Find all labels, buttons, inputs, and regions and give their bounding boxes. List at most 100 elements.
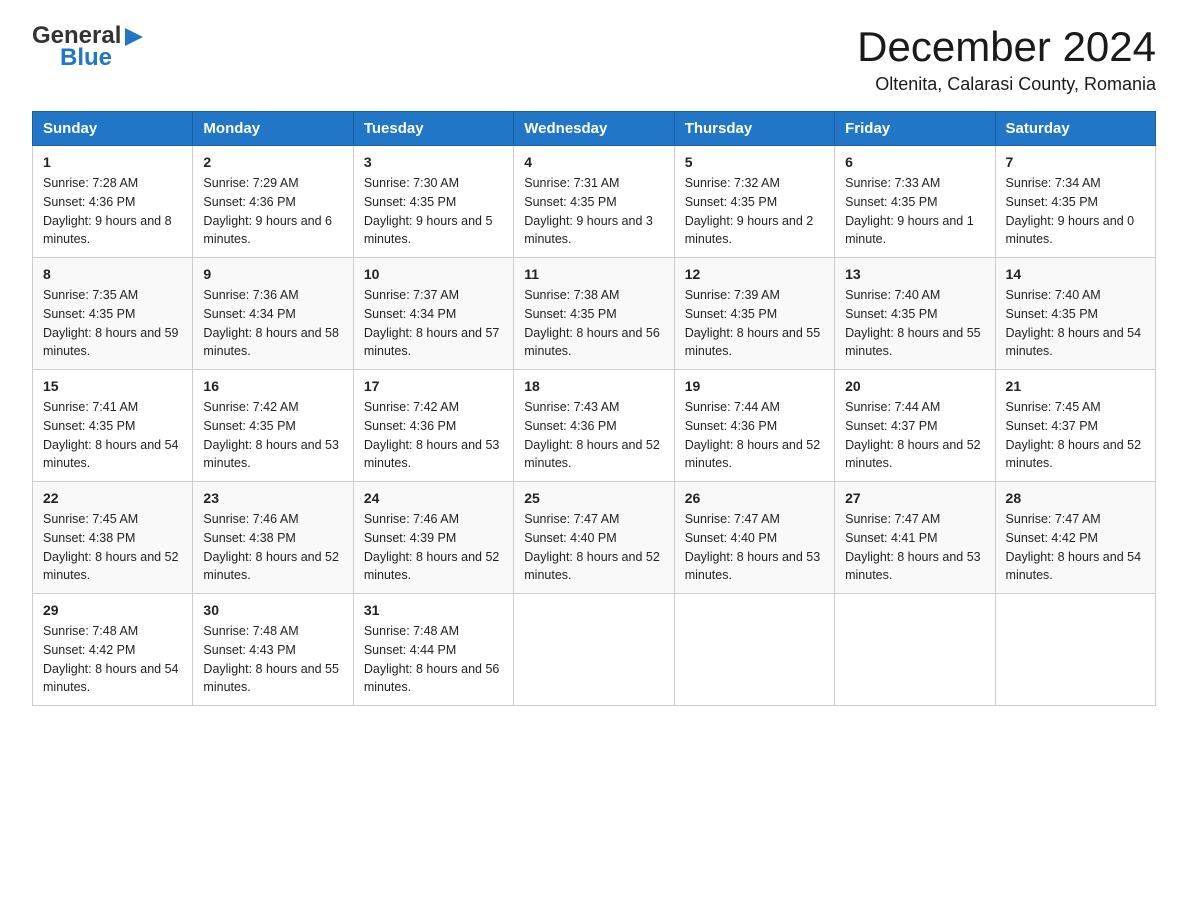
table-row: 17 Sunrise: 7:42 AMSunset: 4:36 PMDayligh… <box>353 370 513 482</box>
day-info: Sunrise: 7:38 AMSunset: 4:35 PMDaylight:… <box>524 286 663 361</box>
day-number: 7 <box>1006 154 1145 170</box>
day-info: Sunrise: 7:48 AMSunset: 4:43 PMDaylight:… <box>203 622 342 697</box>
table-row: 15 Sunrise: 7:41 AMSunset: 4:35 PMDayligh… <box>33 370 193 482</box>
day-info: Sunrise: 7:28 AMSunset: 4:36 PMDaylight:… <box>43 174 182 249</box>
table-row: 10Sunrise: 7:37 AMSunset: 4:34 PMDayligh… <box>353 258 513 370</box>
day-number: 22 <box>43 490 182 506</box>
table-row: 27 Sunrise: 7:47 AMSunset: 4:41 PMDayligh… <box>835 482 995 594</box>
day-number: 30 <box>203 602 342 618</box>
day-info: Sunrise: 7:40 AMSunset: 4:35 PMDaylight:… <box>1006 286 1145 361</box>
calendar-header-row: Sunday Monday Tuesday Wednesday Thursday… <box>33 112 1156 146</box>
day-info: Sunrise: 7:42 AMSunset: 4:35 PMDaylight:… <box>203 398 342 473</box>
day-info: Sunrise: 7:47 AMSunset: 4:41 PMDaylight:… <box>845 510 984 585</box>
table-row: 20 Sunrise: 7:44 AMSunset: 4:37 PMDayligh… <box>835 370 995 482</box>
day-info: Sunrise: 7:47 AMSunset: 4:40 PMDaylight:… <box>524 510 663 585</box>
day-number: 12 <box>685 266 824 282</box>
day-number: 19 <box>685 378 824 394</box>
day-number: 23 <box>203 490 342 506</box>
table-row: 6Sunrise: 7:33 AMSunset: 4:35 PMDaylight… <box>835 146 995 258</box>
table-row: 23 Sunrise: 7:46 AMSunset: 4:38 PMDayligh… <box>193 482 353 594</box>
day-info: Sunrise: 7:40 AMSunset: 4:35 PMDaylight:… <box>845 286 984 361</box>
day-number: 2 <box>203 154 342 170</box>
table-row <box>674 594 834 706</box>
day-info: Sunrise: 7:42 AMSunset: 4:36 PMDaylight:… <box>364 398 503 473</box>
day-number: 18 <box>524 378 663 394</box>
day-number: 9 <box>203 266 342 282</box>
table-row: 4 Sunrise: 7:31 AMSunset: 4:35 PMDaylight… <box>514 146 674 258</box>
day-info: Sunrise: 7:36 AMSunset: 4:34 PMDaylight:… <box>203 286 342 361</box>
day-number: 29 <box>43 602 182 618</box>
day-info: Sunrise: 7:47 AMSunset: 4:40 PMDaylight:… <box>685 510 824 585</box>
day-number: 1 <box>43 154 182 170</box>
table-row <box>995 594 1155 706</box>
day-number: 8 <box>43 266 182 282</box>
col-friday: Friday <box>835 112 995 146</box>
table-row: 9 Sunrise: 7:36 AMSunset: 4:34 PMDaylight… <box>193 258 353 370</box>
day-number: 27 <box>845 490 984 506</box>
logo-arrow-icon <box>123 26 145 48</box>
day-info: Sunrise: 7:48 AMSunset: 4:44 PMDaylight:… <box>364 622 503 697</box>
table-row: 29 Sunrise: 7:48 AMSunset: 4:42 PMDayligh… <box>33 594 193 706</box>
table-row: 19 Sunrise: 7:44 AMSunset: 4:36 PMDayligh… <box>674 370 834 482</box>
day-info: Sunrise: 7:46 AMSunset: 4:38 PMDaylight:… <box>203 510 342 585</box>
day-info: Sunrise: 7:45 AMSunset: 4:37 PMDaylight:… <box>1006 398 1145 473</box>
day-number: 10 <box>364 266 503 282</box>
col-sunday: Sunday <box>33 112 193 146</box>
day-info: Sunrise: 7:30 AMSunset: 4:35 PMDaylight:… <box>364 174 503 249</box>
day-number: 26 <box>685 490 824 506</box>
table-row: 31 Sunrise: 7:48 AMSunset: 4:44 PMDayligh… <box>353 594 513 706</box>
calendar-week-4: 22 Sunrise: 7:45 AMSunset: 4:38 PMDayligh… <box>33 482 1156 594</box>
page-header: General Blue December 2024 Oltenita, Cal… <box>32 24 1156 95</box>
day-number: 13 <box>845 266 984 282</box>
table-row: 2 Sunrise: 7:29 AMSunset: 4:36 PMDaylight… <box>193 146 353 258</box>
day-info: Sunrise: 7:39 AMSunset: 4:35 PMDaylight:… <box>685 286 824 361</box>
table-row: 22 Sunrise: 7:45 AMSunset: 4:38 PMDayligh… <box>33 482 193 594</box>
day-number: 31 <box>364 602 503 618</box>
title-section: December 2024 Oltenita, Calarasi County,… <box>857 24 1156 95</box>
table-row: 11 Sunrise: 7:38 AMSunset: 4:35 PMDayligh… <box>514 258 674 370</box>
day-info: Sunrise: 7:44 AMSunset: 4:36 PMDaylight:… <box>685 398 824 473</box>
calendar-week-1: 1 Sunrise: 7:28 AMSunset: 4:36 PMDaylight… <box>33 146 1156 258</box>
day-info: Sunrise: 7:32 AMSunset: 4:35 PMDaylight:… <box>685 174 824 249</box>
calendar-week-2: 8 Sunrise: 7:35 AMSunset: 4:35 PMDaylight… <box>33 258 1156 370</box>
day-number: 17 <box>364 378 503 394</box>
table-row <box>514 594 674 706</box>
day-info: Sunrise: 7:34 AMSunset: 4:35 PMDaylight:… <box>1006 174 1145 249</box>
day-number: 11 <box>524 266 663 282</box>
day-number: 6 <box>845 154 984 170</box>
calendar-week-5: 29 Sunrise: 7:48 AMSunset: 4:42 PMDayligh… <box>33 594 1156 706</box>
day-number: 15 <box>43 378 182 394</box>
day-info: Sunrise: 7:45 AMSunset: 4:38 PMDaylight:… <box>43 510 182 585</box>
day-info: Sunrise: 7:44 AMSunset: 4:37 PMDaylight:… <box>845 398 984 473</box>
day-info: Sunrise: 7:41 AMSunset: 4:35 PMDaylight:… <box>43 398 182 473</box>
day-info: Sunrise: 7:43 AMSunset: 4:36 PMDaylight:… <box>524 398 663 473</box>
day-info: Sunrise: 7:48 AMSunset: 4:42 PMDaylight:… <box>43 622 182 697</box>
day-number: 16 <box>203 378 342 394</box>
table-row: 7 Sunrise: 7:34 AMSunset: 4:35 PMDaylight… <box>995 146 1155 258</box>
table-row: 25Sunrise: 7:47 AMSunset: 4:40 PMDayligh… <box>514 482 674 594</box>
table-row: 14Sunrise: 7:40 AMSunset: 4:35 PMDayligh… <box>995 258 1155 370</box>
col-saturday: Saturday <box>995 112 1155 146</box>
day-number: 24 <box>364 490 503 506</box>
day-info: Sunrise: 7:47 AMSunset: 4:42 PMDaylight:… <box>1006 510 1145 585</box>
col-monday: Monday <box>193 112 353 146</box>
day-number: 28 <box>1006 490 1145 506</box>
col-tuesday: Tuesday <box>353 112 513 146</box>
day-number: 4 <box>524 154 663 170</box>
day-number: 3 <box>364 154 503 170</box>
calendar-table: Sunday Monday Tuesday Wednesday Thursday… <box>32 111 1156 706</box>
table-row: 12 Sunrise: 7:39 AMSunset: 4:35 PMDayligh… <box>674 258 834 370</box>
calendar-week-3: 15 Sunrise: 7:41 AMSunset: 4:35 PMDayligh… <box>33 370 1156 482</box>
table-row: 18 Sunrise: 7:43 AMSunset: 4:36 PMDayligh… <box>514 370 674 482</box>
col-wednesday: Wednesday <box>514 112 674 146</box>
table-row: 1 Sunrise: 7:28 AMSunset: 4:36 PMDaylight… <box>33 146 193 258</box>
day-info: Sunrise: 7:31 AMSunset: 4:35 PMDaylight:… <box>524 174 663 249</box>
day-number: 20 <box>845 378 984 394</box>
logo-blue-text: Blue <box>60 44 112 71</box>
day-number: 5 <box>685 154 824 170</box>
day-info: Sunrise: 7:35 AMSunset: 4:35 PMDaylight:… <box>43 286 182 361</box>
table-row: 30 Sunrise: 7:48 AMSunset: 4:43 PMDayligh… <box>193 594 353 706</box>
month-title: December 2024 <box>857 24 1156 70</box>
table-row: 16 Sunrise: 7:42 AMSunset: 4:35 PMDayligh… <box>193 370 353 482</box>
day-info: Sunrise: 7:29 AMSunset: 4:36 PMDaylight:… <box>203 174 342 249</box>
